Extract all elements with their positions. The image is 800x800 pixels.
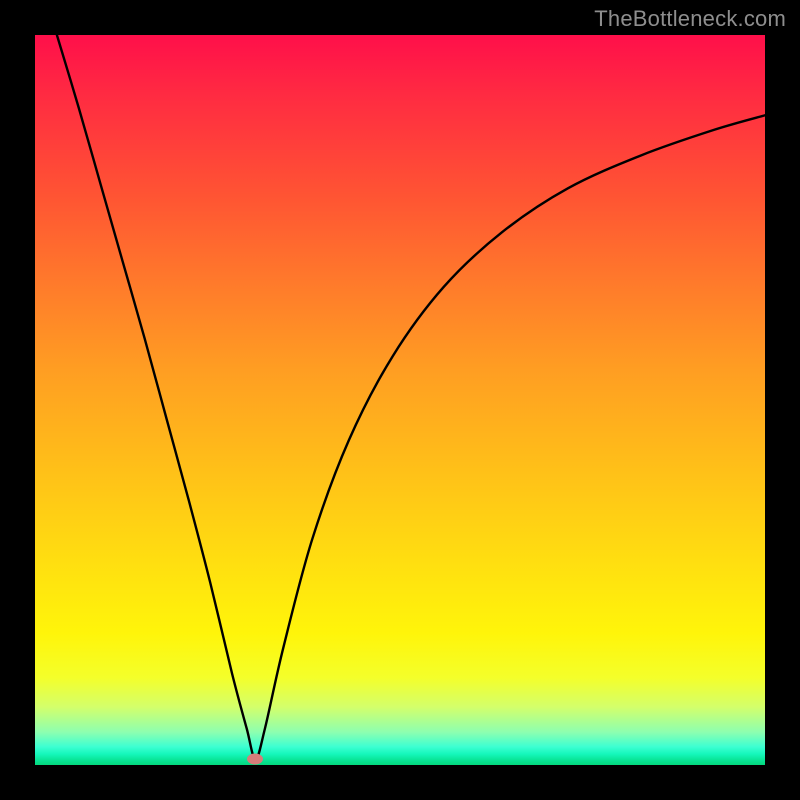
watermark-text: TheBottleneck.com — [594, 6, 786, 32]
plot-area — [35, 35, 765, 765]
bottleneck-curve — [35, 35, 765, 765]
minimum-marker — [247, 754, 263, 765]
chart-frame: TheBottleneck.com — [0, 0, 800, 800]
